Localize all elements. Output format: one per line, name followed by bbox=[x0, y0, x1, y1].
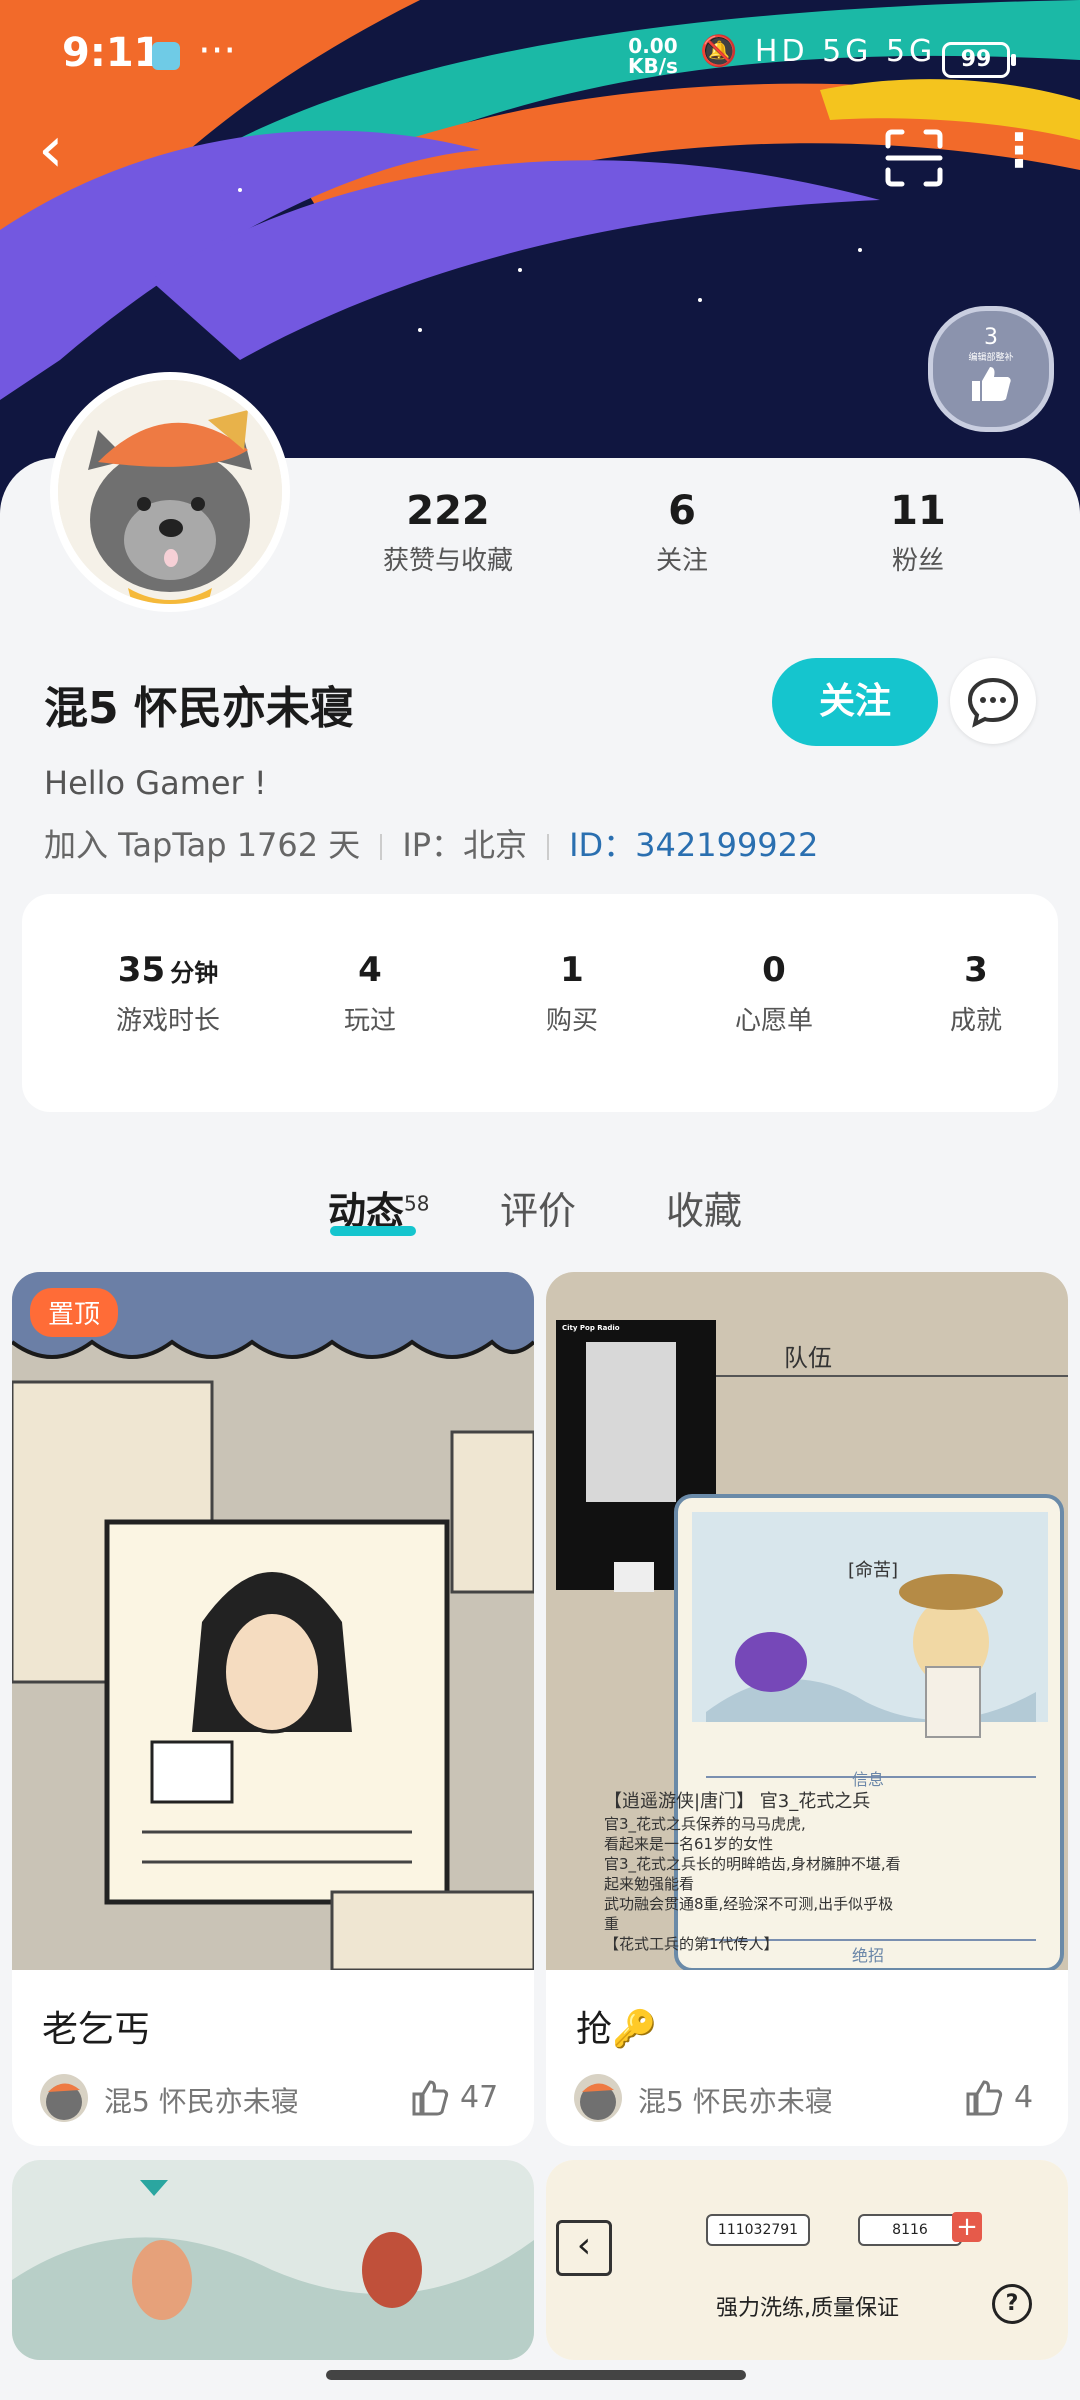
beggar-comic-image bbox=[12, 1272, 534, 1970]
like-icon[interactable] bbox=[964, 2078, 1004, 2118]
likes-stat[interactable]: 222 获赞与收藏 bbox=[348, 488, 548, 577]
currency-counter: 111032791 bbox=[706, 2214, 810, 2246]
following-stat[interactable]: 6 关注 bbox=[582, 488, 782, 577]
user-bio: Hello Gamer ! bbox=[44, 764, 267, 802]
app-notification-icon bbox=[152, 42, 180, 70]
signal-icons: 🔕 HD 5G 5G bbox=[700, 34, 937, 69]
network-speed: 0.00 KB/s bbox=[628, 34, 678, 78]
character-line: 官3_花式之兵长的明眸皓齿,身材臃肿不堪,看起来勉强能看 bbox=[604, 1855, 901, 1893]
post-image: 置顶 bbox=[12, 1272, 534, 1970]
played-label: 玩过 bbox=[343, 1006, 396, 1036]
message-button[interactable] bbox=[950, 658, 1036, 744]
thumbs-up-icon bbox=[972, 367, 1011, 401]
game-skill-section: 绝招 bbox=[852, 1946, 885, 1965]
post-card[interactable]: 置顶 老乞丐 混5 怀民亦未寝 47 bbox=[12, 1272, 534, 2146]
post-card[interactable]: City Pop Radio 队伍 [命苦] 信息 【逍遥游侠|唐门】 官3_花… bbox=[546, 1272, 1068, 2146]
character-line: 官3_花式之兵保养的马马虎虎, bbox=[604, 1815, 806, 1833]
game-status-tag: [命苦] bbox=[848, 1560, 899, 1581]
more-notifications-icon: ··· bbox=[198, 28, 237, 74]
author-avatar bbox=[574, 2074, 622, 2122]
following-count: 6 bbox=[668, 488, 696, 534]
followers-label: 粉丝 bbox=[891, 546, 944, 576]
game-stats-card: 35 分钟 游戏时长 4 玩过 1 购买 0 心愿单 3 成就 bbox=[22, 894, 1058, 1112]
post-image: City Pop Radio 队伍 [命苦] 信息 【逍遥游侠|唐门】 官3_花… bbox=[546, 1272, 1068, 1970]
play-time-unit: 分钟 bbox=[170, 959, 219, 987]
wishlist-value: 0 bbox=[762, 950, 786, 990]
thumbnail-label: City Pop Radio bbox=[562, 1324, 620, 1332]
play-time-stat[interactable]: 35 分钟 游戏时长 bbox=[68, 950, 268, 1037]
divider bbox=[547, 834, 550, 860]
character-name: 【逍遥游侠|唐门】 官3_花式之兵 bbox=[604, 1791, 871, 1812]
purchased-value: 1 bbox=[560, 950, 584, 990]
scan-icon[interactable] bbox=[884, 128, 944, 188]
follow-button[interactable]: 关注 bbox=[772, 658, 938, 746]
back-arrow-icon[interactable]: ‹ bbox=[38, 118, 102, 184]
avatar[interactable] bbox=[50, 372, 290, 612]
achievements-stat[interactable]: 3 成就 bbox=[876, 950, 1076, 1037]
post-image: ‹ 111032791 8116 + 强力洗练,质量保证 ? bbox=[546, 2160, 1068, 2360]
post-title: 抢🔑 bbox=[576, 2009, 657, 2050]
join-days: 加入 TapTap 1762 天 bbox=[44, 826, 361, 864]
post-author: 混5 怀民亦未寝 bbox=[104, 2085, 299, 2118]
tab-collections[interactable]: 收藏 bbox=[666, 1180, 742, 1235]
home-indicator[interactable] bbox=[326, 2370, 746, 2380]
like-icon[interactable] bbox=[410, 2078, 450, 2118]
play-time-value: 35 bbox=[117, 950, 166, 990]
author-avatar bbox=[40, 2074, 88, 2122]
add-icon: + bbox=[952, 2212, 982, 2242]
likes-label: 获赞与收藏 bbox=[382, 546, 513, 576]
wolf-avatar-icon bbox=[58, 380, 282, 604]
badge-number: 3 bbox=[984, 325, 998, 350]
game-character-info: 【逍遥游侠|唐门】 官3_花式之兵 官3_花式之兵保养的马马虎虎, 看起来是一名… bbox=[604, 1790, 904, 1954]
pinned-badge: 置顶 bbox=[30, 1288, 119, 1337]
divider bbox=[380, 834, 383, 860]
refine-banner: 强力洗练,质量保证 bbox=[716, 2296, 899, 2321]
wishlist-stat[interactable]: 0 心愿单 bbox=[674, 950, 874, 1037]
username: 混5 怀民亦未寝 bbox=[44, 683, 354, 734]
status-time: 9:11 bbox=[62, 30, 162, 76]
achievements-label: 成就 bbox=[949, 1006, 1002, 1036]
purchased-stat[interactable]: 1 购买 bbox=[472, 950, 672, 1037]
play-time-label: 游戏时长 bbox=[115, 1006, 220, 1036]
back-icon: ‹ bbox=[556, 2220, 612, 2276]
wishlist-label: 心愿单 bbox=[734, 1006, 813, 1036]
played-value: 4 bbox=[358, 950, 382, 990]
item-counter: 8116 bbox=[858, 2214, 962, 2246]
user-meta: 加入 TapTap 1762 天 IP：北京 ID：342199922 bbox=[44, 820, 818, 866]
more-menu-icon[interactable]: ⋮ bbox=[996, 120, 1042, 184]
badge-text: 编辑部整补 bbox=[968, 353, 1014, 363]
followers-count: 11 bbox=[890, 488, 946, 534]
ip-location: IP：北京 bbox=[402, 826, 528, 864]
post-author: 混5 怀民亦未寝 bbox=[638, 2085, 833, 2118]
post-card[interactable] bbox=[12, 2160, 534, 2360]
character-line: 武功融会贯通8重,经验深不可测,出手似乎极重 bbox=[604, 1895, 894, 1933]
status-bar: 9:11 ··· 0.00 KB/s 🔕 HD 5G 5G 99 bbox=[0, 0, 1080, 110]
help-icon: ? bbox=[992, 2284, 1032, 2324]
ink-painting-image bbox=[12, 2160, 534, 2360]
game-team-header: 队伍 bbox=[784, 1344, 832, 1372]
chat-icon bbox=[967, 677, 1019, 728]
followers-stat[interactable]: 11 粉丝 bbox=[818, 488, 1018, 577]
like-count: 47 bbox=[460, 2080, 499, 2115]
active-tab-indicator bbox=[330, 1226, 416, 1236]
tab-reviews[interactable]: 评价 bbox=[500, 1180, 576, 1235]
game-info-section: 信息 bbox=[852, 1770, 885, 1789]
user-id[interactable]: ID：342199922 bbox=[569, 826, 818, 864]
achievement-badge[interactable]: 3 编辑部整补 bbox=[928, 306, 1054, 432]
likes-count: 222 bbox=[406, 488, 490, 534]
post-title: 老乞丐 bbox=[42, 2009, 151, 2050]
like-count: 4 bbox=[1014, 2080, 1034, 2115]
tab-posts-count: 58 bbox=[404, 1191, 430, 1216]
achievements-value: 3 bbox=[964, 950, 988, 990]
played-stat[interactable]: 4 玩过 bbox=[270, 950, 470, 1037]
battery-icon: 99 bbox=[942, 42, 1016, 78]
following-label: 关注 bbox=[655, 546, 708, 576]
post-image bbox=[12, 2160, 534, 2360]
purchased-label: 购买 bbox=[545, 1006, 598, 1036]
character-line: 看起来是一名61岁的女性 bbox=[604, 1835, 774, 1853]
post-card[interactable]: ‹ 111032791 8116 + 强力洗练,质量保证 ? bbox=[546, 2160, 1068, 2360]
